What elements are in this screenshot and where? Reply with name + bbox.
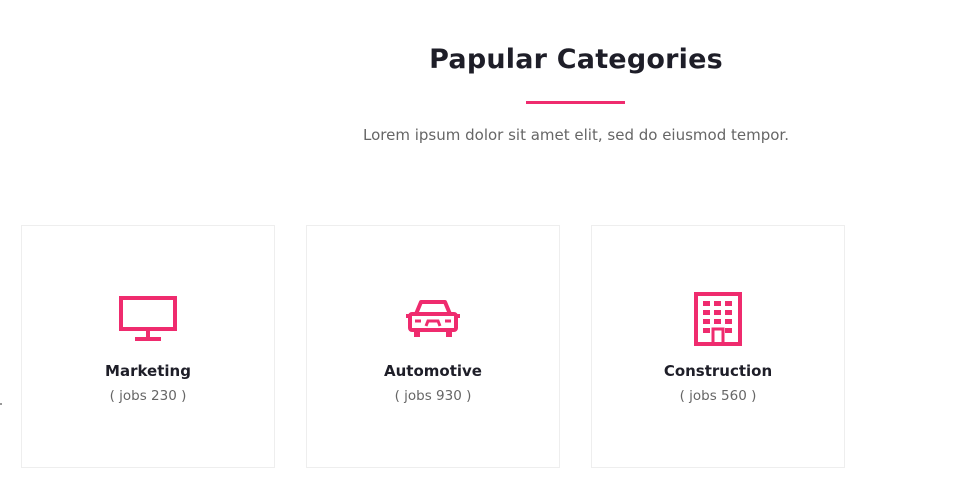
building-icon (592, 292, 844, 346)
car-icon (307, 292, 559, 346)
category-card-automotive[interactable]: Automotive ( jobs 930 ) (306, 225, 560, 468)
categories-section: Papular Categories Lorem ipsum dolor sit… (0, 0, 956, 484)
category-job-count: ( jobs 930 ) (394, 388, 472, 404)
section-subtitle: Lorem ipsum dolor sit amet elit, sed do … (363, 126, 789, 144)
category-job-count: ( jobs 230 ) (109, 388, 187, 404)
category-name: Automotive (384, 362, 482, 380)
category-card-construction[interactable]: Construction ( jobs 560 ) (591, 225, 845, 468)
section-title: Papular Categories (429, 44, 723, 75)
carousel-edge-marker (0, 403, 2, 405)
category-name: Marketing (105, 362, 191, 380)
category-job-count: ( jobs 560 ) (679, 388, 757, 404)
category-name: Construction (663, 362, 773, 380)
title-underline (526, 101, 625, 104)
category-card-marketing[interactable]: Marketing ( jobs 230 ) (21, 225, 275, 468)
monitor-icon (22, 292, 274, 346)
